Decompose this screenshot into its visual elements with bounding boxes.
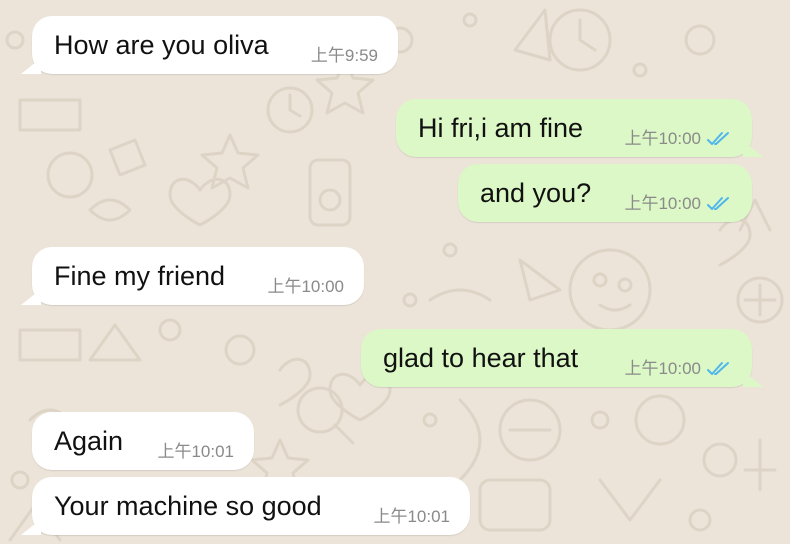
- chat-thread: How are you oliva 上午9:59 Hi fri,i am fin…: [0, 0, 790, 544]
- message-text: Your machine so good: [54, 491, 322, 521]
- message-text: Fine my friend: [54, 261, 226, 291]
- message-meta: 上午10:01: [373, 507, 450, 527]
- double-check-read-icon: [707, 362, 729, 375]
- message-meta: 上午10:00: [267, 277, 344, 297]
- message-time: 上午10:00: [267, 277, 344, 296]
- message-bubble-incoming[interactable]: Fine my friend 上午10:00: [21, 247, 364, 305]
- message-text: How are you oliva: [54, 30, 269, 60]
- message-bubble-incoming[interactable]: Again 上午10:01: [32, 412, 254, 470]
- message-meta: 上午10:01: [157, 442, 234, 462]
- message-text: and you?: [480, 178, 592, 208]
- message-bubble-incoming[interactable]: Your machine so good 上午10:01: [21, 477, 470, 535]
- message-time: 上午10:00: [624, 359, 701, 378]
- message-text: glad to hear that: [383, 343, 579, 373]
- message-meta: 上午10:00: [624, 359, 732, 379]
- double-check-read-icon: [707, 132, 729, 145]
- message-text: Again: [54, 426, 124, 456]
- message-meta: 上午10:00: [624, 194, 732, 214]
- message-time: 上午10:01: [373, 507, 450, 526]
- message-time: 上午10:00: [624, 129, 701, 148]
- message-meta: 上午9:59: [311, 46, 378, 66]
- message-time: 上午10:01: [157, 442, 234, 461]
- double-check-read-icon: [707, 197, 729, 210]
- message-bubble-incoming[interactable]: How are you oliva 上午9:59: [21, 16, 398, 74]
- message-bubble-outgoing[interactable]: and you? 上午10:00: [458, 164, 752, 222]
- message-bubble-outgoing[interactable]: glad to hear that 上午10:00: [361, 329, 763, 387]
- message-time: 上午9:59: [310, 46, 378, 65]
- message-bubble-outgoing[interactable]: Hi fri,i am fine 上午10:00: [396, 99, 763, 157]
- message-time: 上午10:00: [624, 194, 701, 213]
- message-meta: 上午10:00: [624, 129, 732, 149]
- message-text: Hi fri,i am fine: [418, 113, 584, 143]
